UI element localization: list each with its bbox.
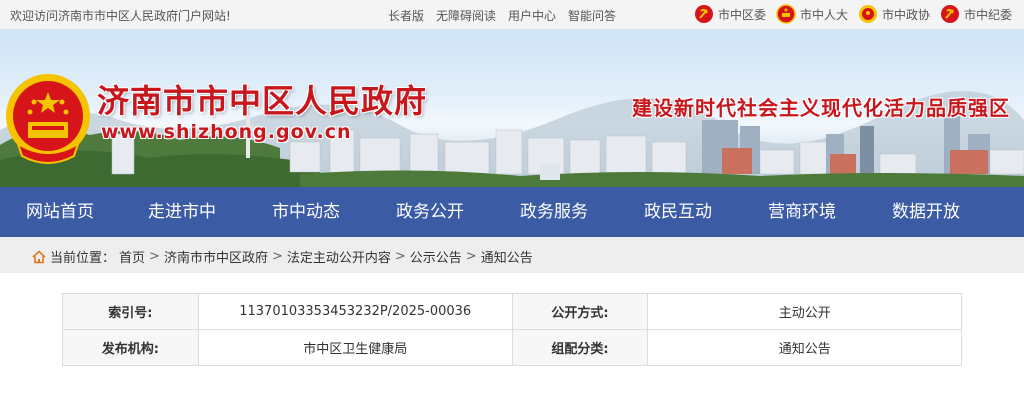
disclosure-method-label: 公开方式: [511,293,649,330]
org-link-cppcc[interactable]: 市中政协 [858,4,930,24]
nav-item-open-data[interactable]: 数据开放 [864,187,988,237]
accessibility-link[interactable]: 无障碍阅读 [436,7,496,24]
site-banner: 济南市市中区人民政府 www.shizhong.gov.cn 建设新时代社会主义… [0,30,1024,187]
org-label: 市中人大 [799,7,848,22]
top-utility-bar: 欢迎访问济南市市中区人民政府门户网站! 长者版 无障碍阅读 用户中心 智能问答 … [0,0,1024,30]
org-link-discipline-commission[interactable]: 市中纪委 [940,4,1012,24]
table-row: 发布机构: 市中区卫生健康局 组配分类: 通知公告 [62,329,962,366]
nav-item-government-services[interactable]: 政务服务 [492,187,616,237]
breadcrumb-bar: 当前位置： 首页 > 济南市市中区政府 > 法定主动公开内容 > 公示公告 > … [0,237,1024,273]
breadcrumb-announcements[interactable]: 公示公告 [410,247,462,266]
utility-links: 长者版 无障碍阅读 用户中心 智能问答 [388,7,616,24]
party-emblem-icon [940,5,959,23]
breadcrumb: 当前位置： 首页 > 济南市市中区政府 > 法定主动公开内容 > 公示公告 > … [32,247,533,266]
breadcrumb-prefix: 当前位置： [50,251,116,266]
org-label: 市中纪委 [963,7,1012,22]
breadcrumb-separator: > [465,249,477,264]
breadcrumb-public-content[interactable]: 法定主动公开内容 [287,247,391,266]
publisher-value: 市中区卫生健康局 [197,329,513,366]
main-nav: 网站首页 走进市中 市中动态 政务公开 政务服务 政民互动 营商环境 数据开放 [0,187,1024,237]
party-emblem-icon [694,5,713,23]
index-number-label: 索引号: [62,293,199,330]
nav-item-about[interactable]: 走进市中 [120,187,244,237]
category-label: 组配分类: [511,329,649,366]
breadcrumb-notices[interactable]: 通知公告 [481,247,533,266]
disclosure-method-value: 主动公开 [647,293,962,330]
national-emblem-icon [776,4,796,24]
site-title: 济南市市中区人民政府 [97,82,428,120]
nav-item-home[interactable]: 网站首页 [0,187,120,237]
index-number-value: 11370103353453232P/2025-00036 [197,293,513,330]
home-icon [32,249,46,263]
category-value: 通知公告 [647,329,962,366]
document-info-table: 索引号: 11370103353453232P/2025-00036 公开方式:… [62,293,962,366]
breadcrumb-home[interactable]: 首页 [119,247,145,266]
nav-item-news[interactable]: 市中动态 [244,187,368,237]
nav-item-interaction[interactable]: 政民互动 [616,187,740,237]
breadcrumb-district-government[interactable]: 济南市市中区政府 [164,247,268,266]
breadcrumb-separator: > [149,249,160,264]
breadcrumb-separator: > [271,249,283,264]
org-link-peoples-congress[interactable]: 市中人大 [776,4,848,24]
elder-mode-link[interactable]: 长者版 [388,7,424,24]
national-emblem-icon [6,74,90,164]
smart-qa-link[interactable]: 智能问答 [568,7,616,24]
org-label: 市中政协 [881,7,930,22]
publisher-label: 发布机构: [62,329,199,366]
nav-item-open-government[interactable]: 政务公开 [368,187,492,237]
org-link-district-committee[interactable]: 市中区委 [694,4,766,24]
nav-item-business-environment[interactable]: 营商环境 [740,187,864,237]
welcome-text: 欢迎访问济南市市中区人民政府门户网站! [10,9,231,23]
site-url: www.shizhong.gov.cn [101,121,352,143]
user-center-link[interactable]: 用户中心 [508,7,556,24]
org-label: 市中区委 [717,7,766,22]
cppcc-emblem-icon [858,5,877,23]
site-slogan: 建设新时代社会主义现代化活力品质强区 [632,96,1010,120]
org-links: 市中区委 市中人大 市中政协 市中纪委 [694,4,1012,24]
breadcrumb-separator: > [394,249,406,264]
table-row: 索引号: 11370103353453232P/2025-00036 公开方式:… [62,293,962,330]
